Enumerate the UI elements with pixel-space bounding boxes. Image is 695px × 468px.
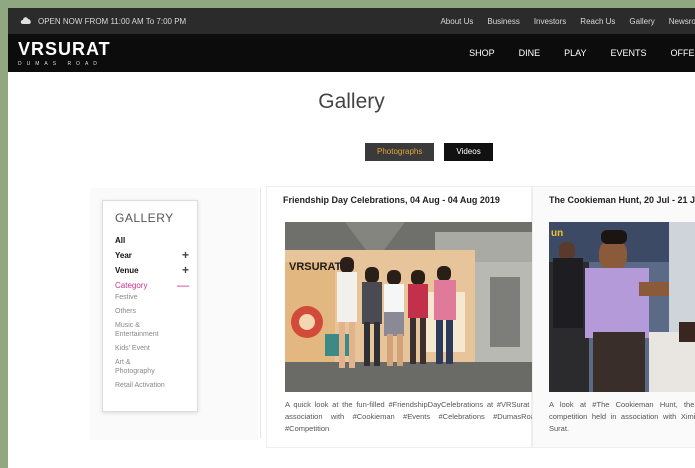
category-retail-activation[interactable]: Retail Activation [115, 381, 197, 390]
nav-offers[interactable]: OFFERS [670, 48, 695, 58]
gallery-link[interactable]: Gallery [629, 17, 654, 26]
category-art-photography[interactable]: Art & Photography [115, 358, 171, 376]
backdrop-text: un [551, 228, 563, 239]
reach-us-link[interactable]: Reach Us [580, 17, 615, 26]
nav-play[interactable]: PLAY [564, 48, 586, 58]
filter-all[interactable]: All [115, 233, 197, 248]
filter-category[interactable]: Category — [115, 278, 197, 293]
about-us-link[interactable]: About Us [440, 17, 473, 26]
friendship-day-photo: VRSURAT [285, 222, 539, 392]
investors-link[interactable]: Investors [534, 17, 566, 26]
cookieman-hunt-photo: un [549, 222, 695, 392]
filter-venue[interactable]: Venue + [115, 263, 197, 278]
filter-year[interactable]: Year + [115, 248, 197, 263]
divider [260, 188, 261, 438]
business-link[interactable]: Business [487, 17, 519, 26]
main-header: VRSURAT DUMAS ROAD SHOP DINE PLAY EVENTS… [8, 34, 695, 72]
sidebar-heading: GALLERY [115, 211, 174, 225]
event-photo[interactable]: VRSURAT [285, 222, 539, 392]
category-music-entertainment[interactable]: Music & Entertainment [115, 321, 175, 339]
page-title: Gallery [318, 90, 385, 113]
logo-subtext: DUMAS ROAD [18, 61, 102, 67]
card-description: A quick look at the fun-filled #Friendsh… [285, 400, 539, 433]
backdrop-text: VRSURAT [289, 261, 342, 273]
opening-hours-text: OPEN NOW FROM 11:00 AM To 7:00 PM [38, 17, 187, 26]
top-links: About Us Business Investors Reach Us Gal… [440, 17, 695, 26]
nav-dine[interactable]: DINE [519, 48, 541, 58]
filter-category-label: Category [115, 281, 148, 290]
browser-viewport: OPEN NOW FROM 11:00 AM To 7:00 PM About … [8, 8, 695, 468]
filter-all-label: All [115, 236, 126, 245]
nav-events[interactable]: EVENTS [610, 48, 646, 58]
logo-text: VRSURAT [18, 39, 111, 59]
category-festive[interactable]: Festive [115, 293, 197, 302]
collapse-minus-icon[interactable]: — [177, 278, 189, 292]
cloud-icon [20, 17, 31, 24]
newsroom-link[interactable]: Newsroom [669, 17, 695, 26]
gallery-card[interactable]: The Cookieman Hunt, 20 Jul - 21 Jul 2019… [532, 186, 695, 448]
filter-panel: GALLERY All Year + Venue + Category — Festi… [90, 188, 258, 440]
nav-shop[interactable]: SHOP [469, 48, 495, 58]
category-kids-event[interactable]: Kids' Event [115, 344, 197, 353]
filter-venue-label: Venue [115, 266, 139, 275]
tab-videos[interactable]: Videos [444, 143, 493, 161]
card-description: A look at #The Cookieman Hunt, the cooki… [549, 400, 695, 433]
main-nav: SHOP DINE PLAY EVENTS OFFERS [469, 48, 695, 58]
expand-plus-icon[interactable]: + [182, 263, 189, 277]
card-title[interactable]: Friendship Day Celebrations, 04 Aug - 04… [283, 195, 500, 205]
card-title[interactable]: The Cookieman Hunt, 20 Jul - 21 Jul 2019 [549, 195, 695, 205]
media-tabs: Photographs Videos [365, 143, 493, 161]
filter-year-label: Year [115, 251, 132, 260]
tab-photographs[interactable]: Photographs [365, 143, 435, 161]
top-info-bar: OPEN NOW FROM 11:00 AM To 7:00 PM About … [8, 8, 695, 34]
category-others[interactable]: Others [115, 307, 197, 316]
expand-plus-icon[interactable]: + [182, 248, 189, 262]
gallery-card[interactable]: Friendship Day Celebrations, 04 Aug - 04… [266, 186, 539, 448]
gallery-filter-sidebar: GALLERY All Year + Venue + Category — Festi… [102, 200, 198, 412]
event-photo[interactable]: un [549, 222, 695, 392]
vr-surat-logo[interactable]: VRSURAT DUMAS ROAD [18, 39, 111, 67]
